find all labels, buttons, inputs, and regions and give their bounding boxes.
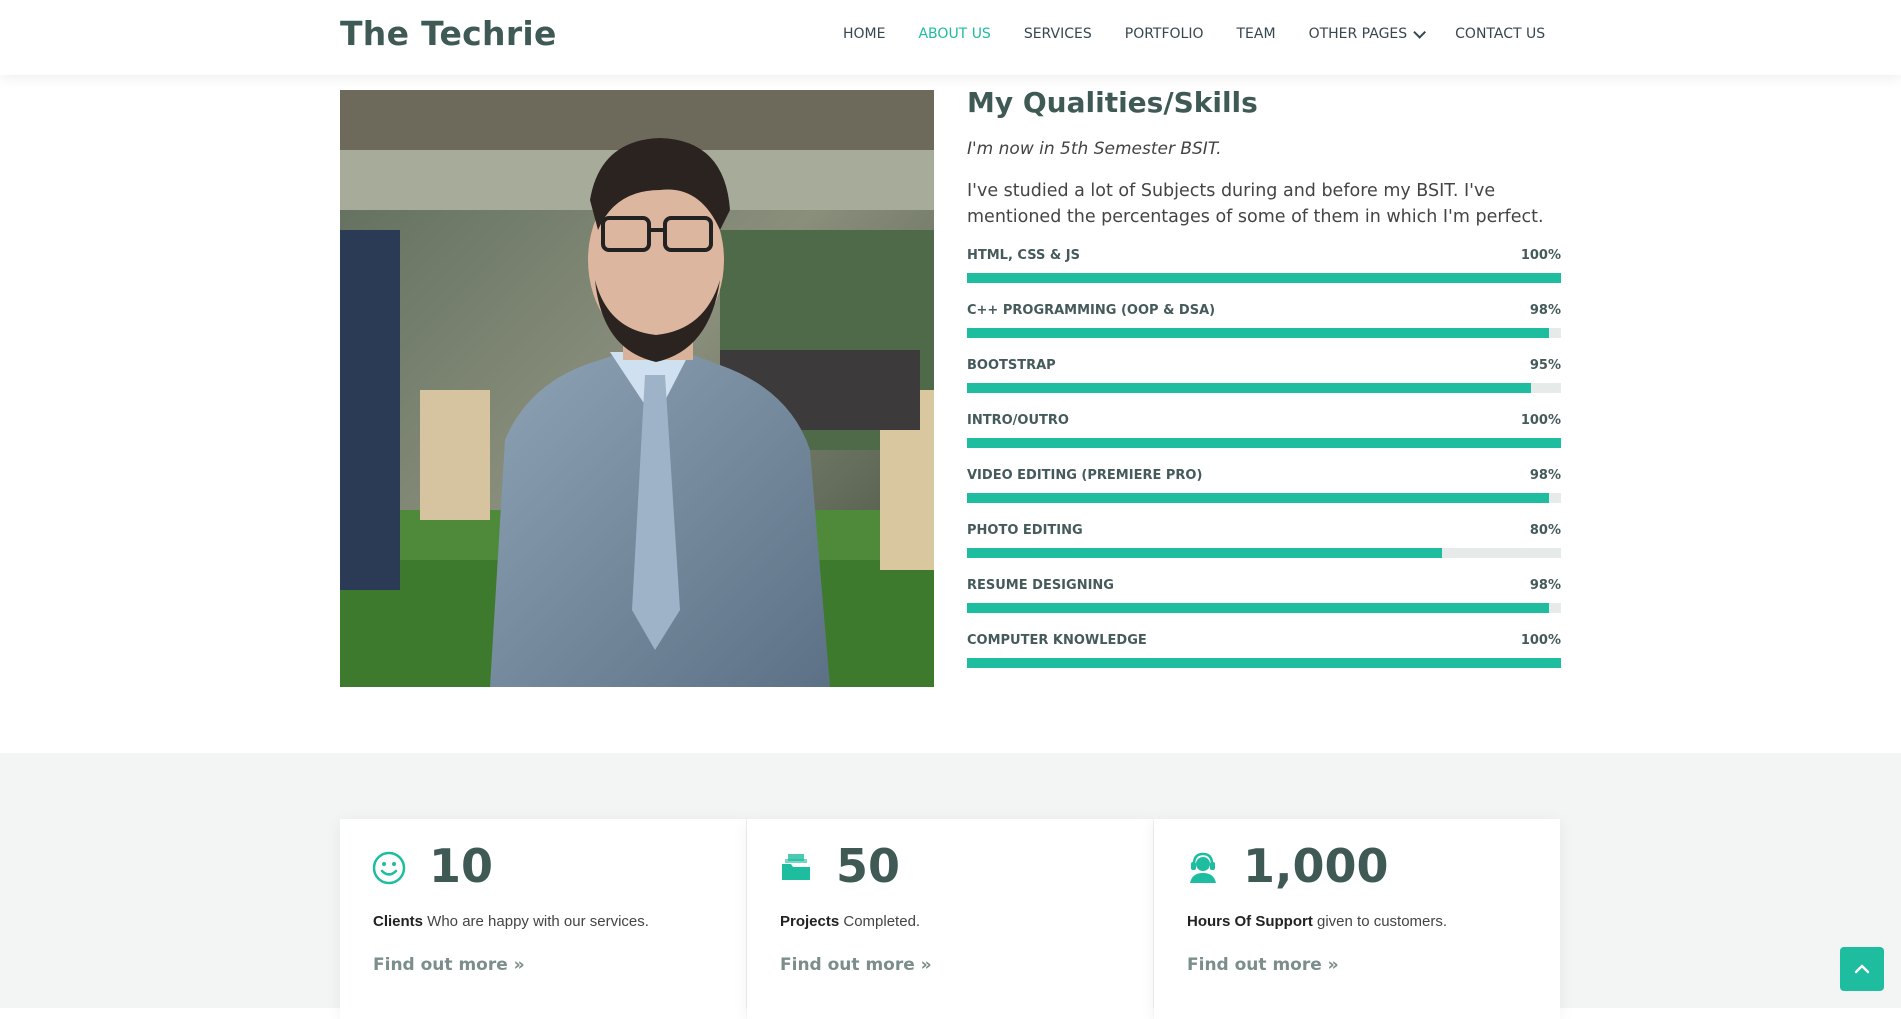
skill-progress-fill	[967, 273, 1561, 283]
nav-about-us[interactable]: ABOUT US	[918, 26, 990, 42]
nav-other-pages[interactable]: OTHER PAGES	[1308, 25, 1427, 42]
skill-progress-fill	[967, 438, 1561, 448]
skills-description: I've studied a lot of Subjects during an…	[967, 181, 1544, 227]
nav-other-pages-label: OTHER PAGES	[1308, 26, 1408, 42]
skill-item: INTRO/OUTRO 100%	[967, 413, 1561, 468]
skill-list: HTML, CSS & JS 100% C++ PROGRAMMING (OOP &…	[967, 248, 1561, 688]
skills-title-light: My	[967, 86, 1014, 119]
skill-percent: 98%	[1529, 468, 1561, 483]
skill-item: RESUME DESIGNING 98%	[967, 578, 1561, 633]
nav-contact-us[interactable]: CONTACT US	[1455, 26, 1545, 42]
skill-name: BOOTSTRAP	[967, 358, 1056, 373]
skill-progress-track	[967, 383, 1561, 393]
find-out-more-link[interactable]: Find out more »	[780, 955, 932, 975]
skill-progress-track	[967, 548, 1561, 558]
nav-home-label: HOME	[843, 26, 886, 42]
skills-subtitle: I'm now in 5th Semester BSIT.	[967, 139, 1222, 159]
stat-description: Projects Completed.	[780, 913, 920, 930]
nav-portfolio-label: PORTFOLIO	[1124, 26, 1204, 42]
skill-progress-fill	[967, 548, 1443, 558]
main-nav: HOME ABOUT US SERVICES PORTFOLIO TEAM OT…	[843, 25, 1578, 42]
stat-number: 1,000	[1243, 839, 1389, 893]
skill-percent: 98%	[1529, 578, 1561, 593]
stat-text: given to customers.	[1312, 913, 1448, 930]
skills-title: My Qualities/Skills	[967, 86, 1561, 119]
skill-progress-fill	[967, 328, 1550, 338]
skill-name: COMPUTER KNOWLEDGE	[967, 633, 1147, 648]
find-out-more-link[interactable]: Find out more »	[373, 955, 525, 975]
stat-number: 10	[429, 839, 494, 893]
skill-percent: 100%	[1520, 633, 1561, 648]
skill-header: INTRO/OUTRO 100%	[967, 413, 1561, 428]
skill-percent: 80%	[1529, 523, 1561, 538]
skill-name: INTRO/OUTRO	[967, 413, 1069, 428]
stat-label: Projects	[780, 913, 840, 930]
skill-percent: 100%	[1520, 413, 1561, 428]
skill-item: VIDEO EDITING (PREMIERE PRO) 98%	[967, 468, 1561, 523]
nav-team-label: TEAM	[1236, 26, 1276, 42]
nav-about-us-label: ABOUT US	[918, 26, 991, 42]
skill-percent: 98%	[1529, 303, 1561, 318]
skill-header: BOOTSTRAP 95%	[967, 358, 1561, 373]
stat-card-clients: 10 Clients Who are happy with our servic…	[340, 819, 746, 1019]
skill-percent: 100%	[1520, 248, 1561, 263]
skill-progress-fill	[967, 493, 1550, 503]
skill-progress-fill	[967, 658, 1561, 668]
skill-progress-track	[967, 328, 1561, 338]
stat-card-projects: 50 Projects Completed. Find out more »	[747, 819, 1153, 1019]
skill-name: C++ PROGRAMMING (OOP & DSA)	[967, 303, 1216, 318]
stat-text: Who are happy with our services.	[423, 913, 649, 930]
chevron-up-icon	[1854, 964, 1870, 974]
skill-item: HTML, CSS & JS 100%	[967, 248, 1561, 303]
nav-services[interactable]: SERVICES	[1024, 26, 1092, 42]
skill-progress-track	[967, 273, 1561, 283]
stat-card-support: 1,000 Hours Of Support given to customer…	[1154, 819, 1560, 1019]
skill-item: C++ PROGRAMMING (OOP & DSA) 98%	[967, 303, 1561, 358]
stat-text: Completed.	[839, 913, 921, 930]
skill-name: PHOTO EDITING	[967, 523, 1083, 538]
skill-item: COMPUTER KNOWLEDGE 100%	[967, 633, 1561, 688]
skill-header: VIDEO EDITING (PREMIERE PRO) 98%	[967, 468, 1561, 483]
skill-header: PHOTO EDITING 80%	[967, 523, 1561, 538]
chevron-down-icon	[1413, 25, 1427, 39]
stat-description: Clients Who are happy with our services.	[373, 913, 649, 930]
skill-item: PHOTO EDITING 80%	[967, 523, 1561, 578]
nav-home[interactable]: HOME	[843, 26, 885, 42]
skill-percent: 95%	[1529, 358, 1561, 373]
site-header: The Techrie HOME ABOUT US SERVICES PORTF…	[0, 0, 1901, 75]
folder-icon	[782, 854, 810, 880]
skill-item: BOOTSTRAP 95%	[967, 358, 1561, 413]
skill-progress-track	[967, 438, 1561, 448]
skill-name: VIDEO EDITING (PREMIERE PRO)	[967, 468, 1203, 483]
stat-label: Hours Of Support	[1187, 913, 1313, 930]
stat-label: Clients	[373, 913, 424, 930]
skill-header: RESUME DESIGNING 98%	[967, 578, 1561, 593]
back-to-top-button[interactable]	[1840, 947, 1884, 991]
site-logo[interactable]: The Techrie	[340, 14, 557, 53]
nav-services-label: SERVICES	[1023, 26, 1092, 42]
skill-progress-fill	[967, 603, 1550, 613]
stat-number: 50	[836, 839, 901, 893]
support-agent-icon	[1190, 852, 1216, 883]
skill-progress-track	[967, 603, 1561, 613]
skill-header: HTML, CSS & JS 100%	[967, 248, 1561, 263]
skill-progress-fill	[967, 383, 1532, 393]
skills-title-bold: Qualities/Skills	[1022, 86, 1258, 119]
nav-team[interactable]: TEAM	[1237, 26, 1276, 42]
skill-name: RESUME DESIGNING	[967, 578, 1114, 593]
find-out-more-link[interactable]: Find out more »	[1187, 955, 1339, 975]
stat-description: Hours Of Support given to customers.	[1187, 913, 1447, 930]
skill-progress-track	[967, 493, 1561, 503]
skill-progress-track	[967, 658, 1561, 668]
smile-icon	[372, 851, 406, 885]
profile-photo	[340, 90, 934, 687]
skill-name: HTML, CSS & JS	[967, 248, 1080, 263]
stats-section: 10 Clients Who are happy with our servic…	[0, 753, 1901, 1019]
skill-header: COMPUTER KNOWLEDGE 100%	[967, 633, 1561, 648]
nav-portfolio[interactable]: PORTFOLIO	[1125, 26, 1204, 42]
nav-contact-us-label: CONTACT US	[1455, 26, 1546, 42]
skills-section: My Qualities/Skills I'm now in 5th Semes…	[967, 86, 1561, 688]
skill-header: C++ PROGRAMMING (OOP & DSA) 98%	[967, 303, 1561, 318]
